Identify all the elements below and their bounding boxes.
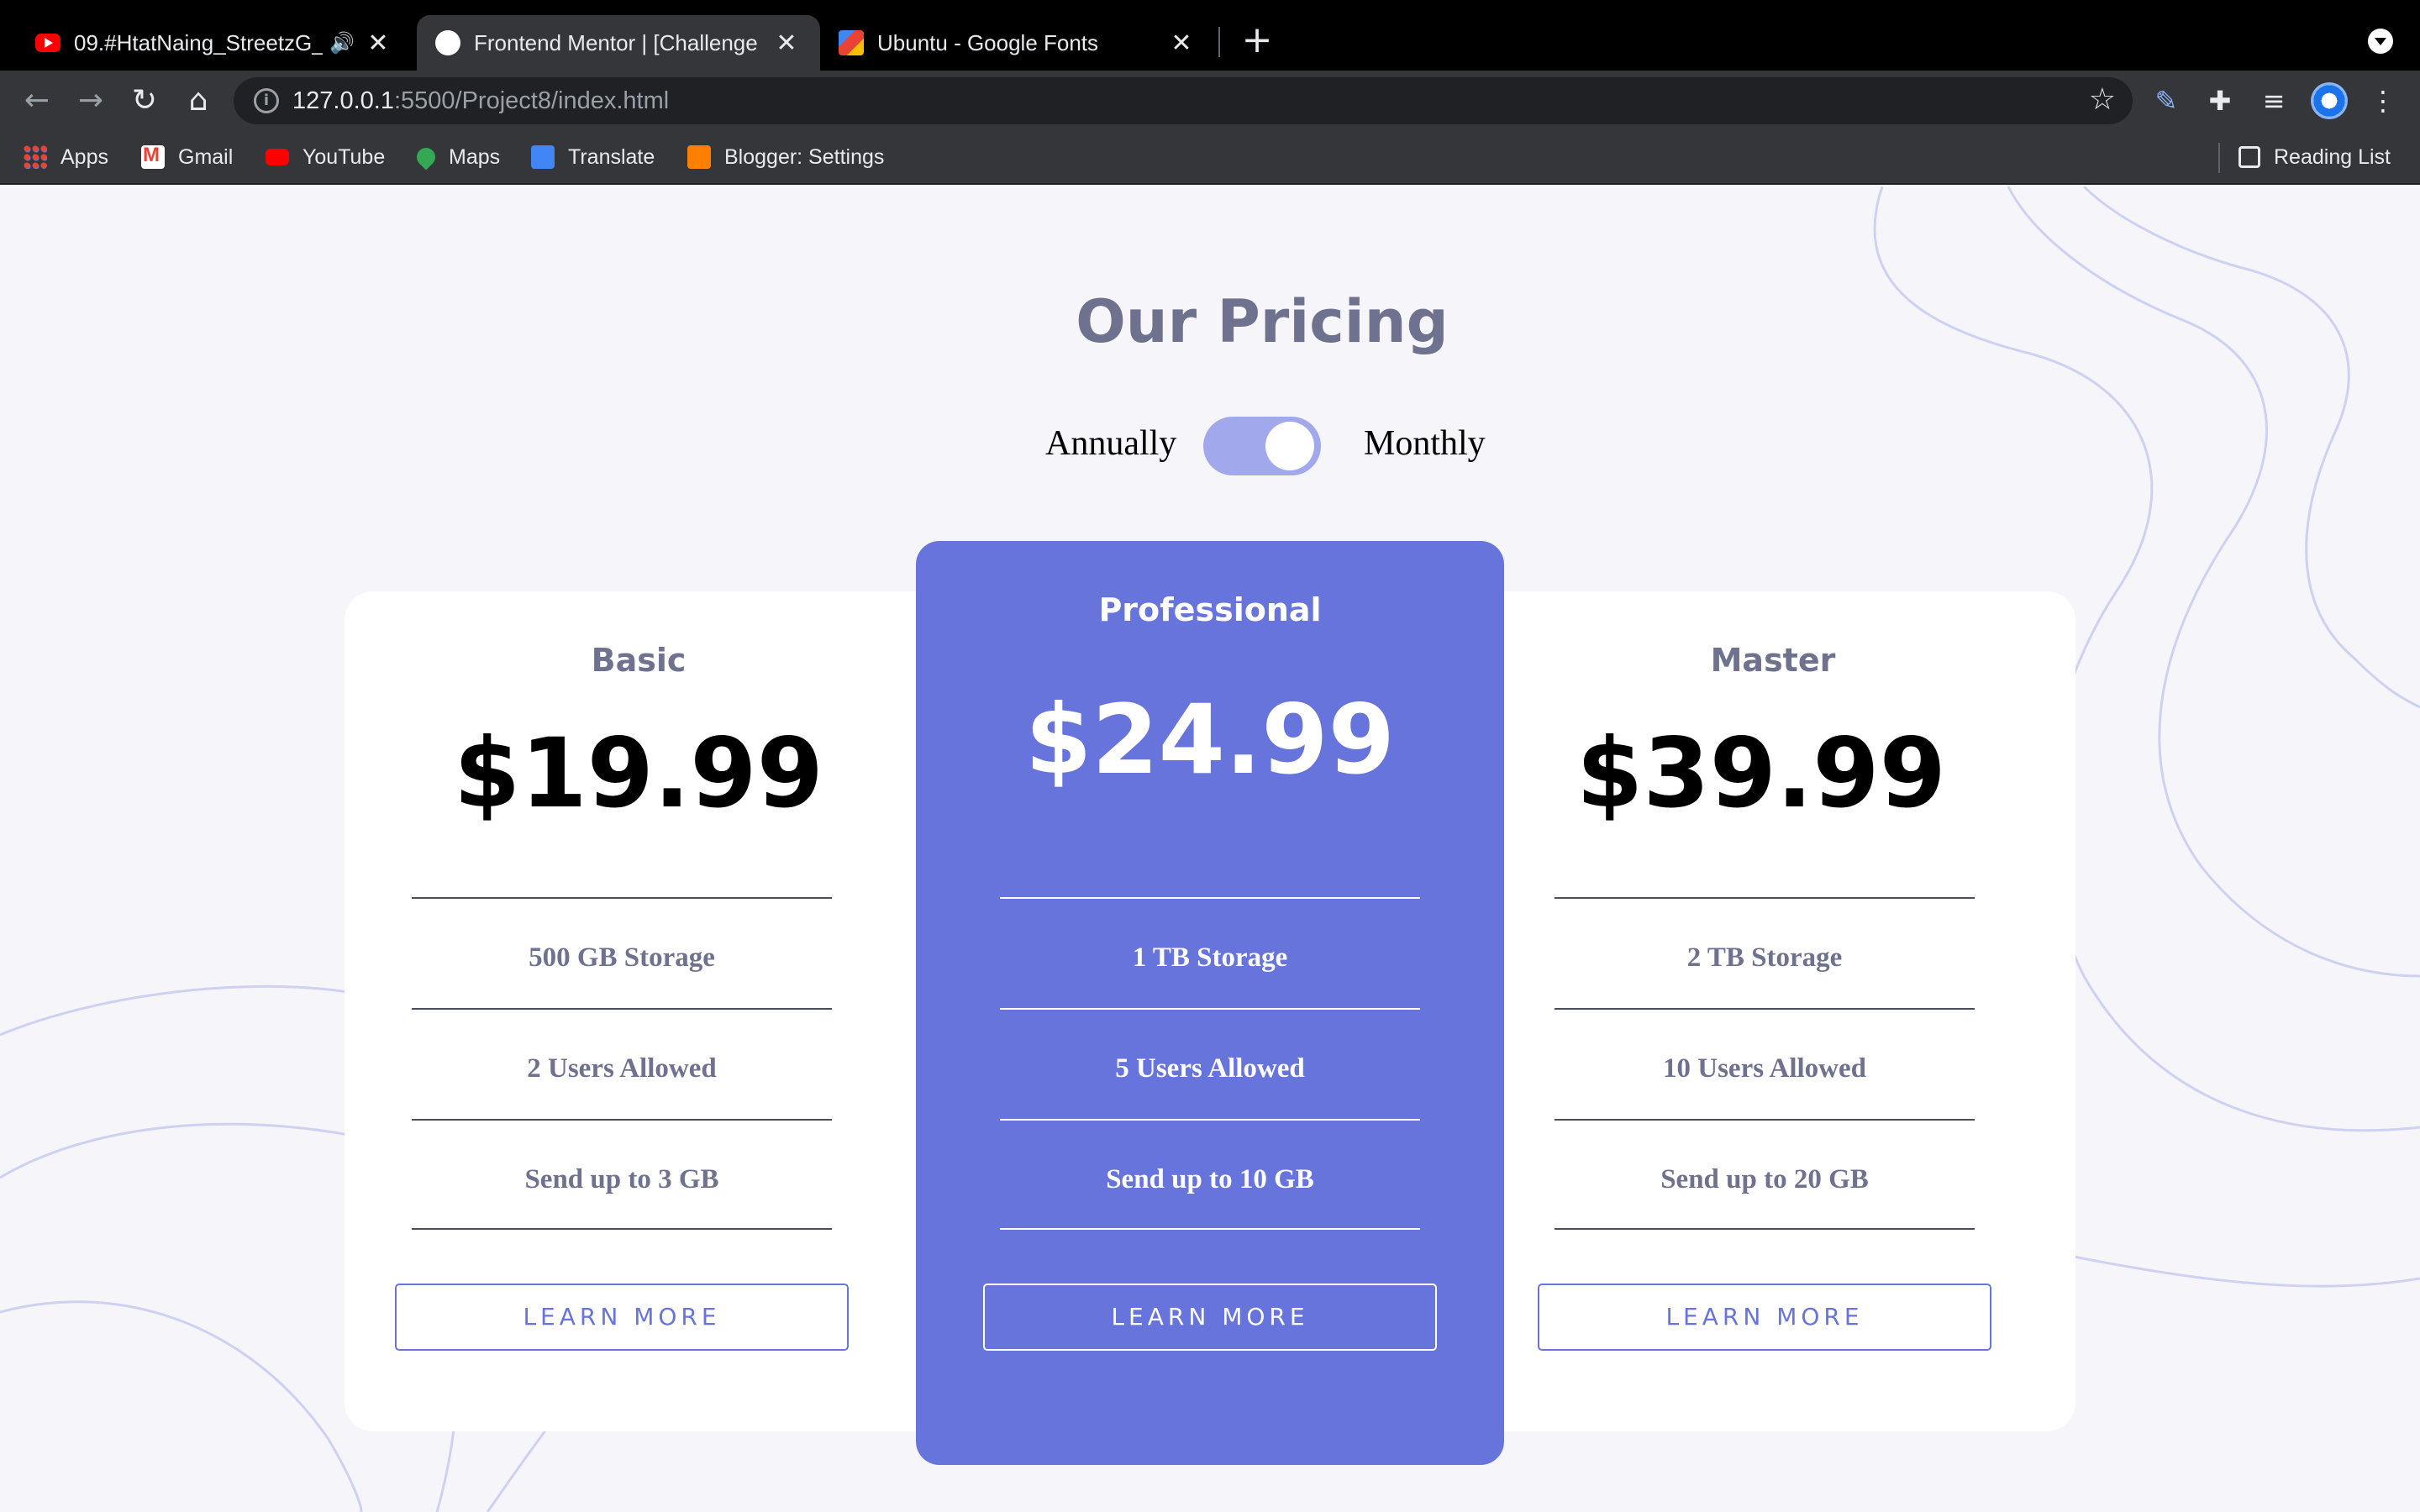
monthly-label[interactable]: Monthly	[1364, 423, 1486, 464]
tab-title: Ubuntu - Google Fonts	[877, 29, 1099, 55]
bookmarks-bar: Apps Gmail YouTube Maps Translate Blogge…	[0, 131, 2420, 185]
close-icon[interactable]: ✕	[771, 29, 802, 58]
extensions-puzzle-icon[interactable]: ✚	[2202, 82, 2238, 119]
plan-feature-storage: 500 GB Storage	[412, 897, 832, 1008]
tab-strip: 09.#HtatNaing_StreetzG_V 🔊 ✕ Frontend Me…	[0, 0, 2420, 71]
blogger-icon	[687, 145, 711, 169]
url-host: 127.0.0.1	[292, 87, 394, 114]
url-text: 127.0.0.1:5500/Project8/index.html	[292, 87, 669, 115]
google-fonts-icon	[839, 30, 864, 55]
bookmark-label: Blogger: Settings	[724, 144, 885, 169]
pricing-card-professional: Professional $24.99 1 TB Storage 5 Users…	[916, 541, 1504, 1465]
plan-name: Master	[1710, 642, 1836, 679]
reading-list-button[interactable]: Reading List	[2238, 143, 2391, 171]
tab-youtube-video[interactable]: 09.#HtatNaing_StreetzG_V 🔊 ✕	[17, 15, 412, 71]
plan-price: $24.99	[1025, 684, 1395, 795]
home-icon[interactable]: ⌂	[180, 82, 217, 119]
bookmark-label: Gmail	[178, 144, 234, 169]
info-icon[interactable]: i	[254, 88, 279, 113]
profile-avatar-icon[interactable]	[2311, 82, 2348, 119]
url-path: :5500/Project8/index.html	[393, 87, 670, 114]
plan-name: Basic	[591, 642, 687, 679]
youtube-icon	[266, 149, 289, 165]
translate-icon	[531, 145, 555, 169]
tab-search-icon[interactable]	[2368, 29, 2393, 54]
bookmark-apps[interactable]: Apps	[24, 143, 108, 171]
bookmark-label: Maps	[449, 144, 501, 169]
plan-feature-users: 10 Users Allowed	[1555, 1008, 1975, 1119]
tab-google-fonts[interactable]: Ubuntu - Google Fonts ✕	[820, 15, 1215, 71]
tab-title: Frontend Mentor | [Challenge N	[474, 29, 763, 55]
plan-feature-storage: 1 TB Storage	[1000, 897, 1420, 1008]
billing-period-toggle[interactable]	[1203, 417, 1321, 475]
address-bar[interactable]: i 127.0.0.1:5500/Project8/index.html ☆	[234, 77, 2133, 124]
bookmarks-divider	[2218, 143, 2220, 173]
learn-more-button[interactable]: LEARN MORE	[983, 1284, 1437, 1351]
plan-feature-storage: 2 TB Storage	[1555, 897, 1975, 1008]
billing-toggle-row: Annually Monthly	[1008, 412, 1546, 479]
bookmark-blogger[interactable]: Blogger: Settings	[687, 143, 884, 171]
pricing-card-basic: Basic $19.99 500 GB Storage 2 Users Allo…	[345, 591, 933, 1431]
plan-feature-users: 5 Users Allowed	[1000, 1008, 1420, 1119]
more-menu-icon[interactable]: ⋮	[2365, 82, 2402, 119]
bookmark-label: Translate	[568, 144, 655, 169]
bookmark-gmail[interactable]: Gmail	[141, 143, 233, 171]
bookmark-label: YouTube	[302, 144, 386, 169]
youtube-icon	[35, 34, 60, 52]
browser-toolbar: ← → ↻ ⌂ i 127.0.0.1:5500/Project8/index.…	[0, 71, 2420, 131]
reading-list-icon	[2238, 146, 2260, 168]
forward-icon[interactable]: →	[72, 82, 109, 119]
page-title: Our Pricing	[1076, 287, 1449, 356]
maps-icon	[413, 144, 439, 171]
gmail-icon	[141, 144, 165, 169]
speaker-icon[interactable]: 🔊	[329, 31, 355, 55]
plan-feature-users: 2 Users Allowed	[412, 1008, 832, 1119]
plan-price: $19.99	[454, 717, 823, 829]
plan-price: $39.99	[1576, 717, 1946, 829]
close-icon[interactable]: ✕	[1166, 29, 1197, 58]
toggle-knob[interactable]	[1265, 422, 1314, 470]
bookmark-translate[interactable]: Translate	[531, 143, 655, 171]
page-viewport: Our Pricing Annually Monthly Basic $19.9…	[0, 186, 2420, 1512]
tab-divider	[1218, 27, 1220, 57]
media-queue-icon[interactable]: ≡	[2255, 82, 2292, 119]
frontend-mentor-icon	[435, 30, 460, 55]
new-tab-button[interactable]: +	[1239, 18, 1276, 62]
plan-feature-transfer: Send up to 20 GB	[1555, 1119, 1975, 1230]
close-icon[interactable]: ✕	[363, 29, 393, 58]
pricing-card-master: Master $39.99 2 TB Storage 10 Users Allo…	[1487, 591, 2075, 1431]
bookmark-star-icon[interactable]: ☆	[2089, 82, 2116, 117]
bookmark-youtube[interactable]: YouTube	[266, 143, 385, 171]
pen-extension-icon[interactable]: ✎	[2148, 82, 2185, 119]
reload-icon[interactable]: ↻	[126, 82, 163, 119]
plan-feature-transfer: Send up to 3 GB	[412, 1119, 832, 1230]
plan-feature-transfer: Send up to 10 GB	[1000, 1119, 1420, 1230]
tab-title: 09.#HtatNaing_StreetzG_V	[74, 29, 324, 55]
bookmark-label: Apps	[60, 144, 108, 169]
tab-frontend-mentor[interactable]: Frontend Mentor | [Challenge N ✕	[417, 15, 820, 71]
back-icon[interactable]: ←	[18, 82, 55, 119]
apps-grid-icon	[24, 145, 47, 169]
annually-label[interactable]: Annually	[1045, 423, 1176, 464]
bookmark-maps[interactable]: Maps	[413, 143, 501, 171]
reading-list-label: Reading List	[2274, 144, 2391, 169]
learn-more-button[interactable]: LEARN MORE	[1538, 1284, 1991, 1351]
learn-more-button[interactable]: LEARN MORE	[395, 1284, 849, 1351]
plan-name: Professional	[1098, 591, 1322, 628]
